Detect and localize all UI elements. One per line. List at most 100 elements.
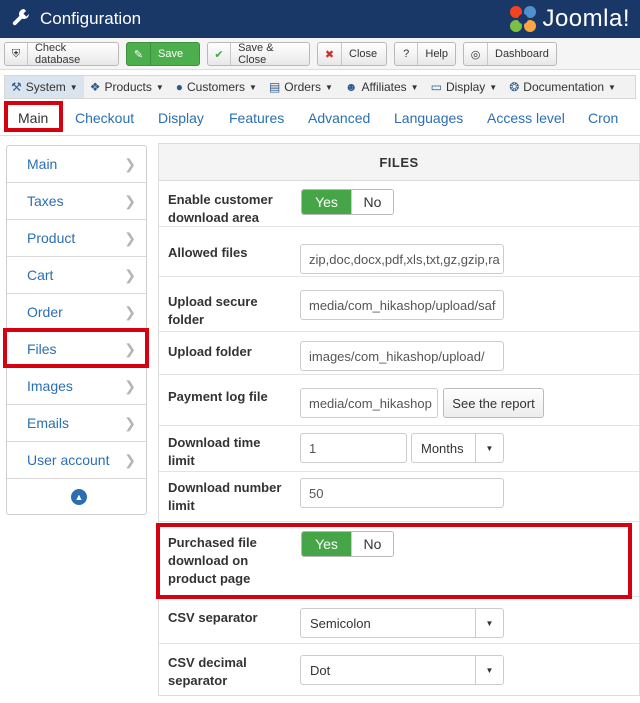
menu-documentation-label: Documentation <box>523 80 604 94</box>
toolbar: ⛨ Check database ✎ Save ✔ Save & Close ✖… <box>0 38 640 70</box>
sidebar-item-emails[interactable]: Emails ❯ <box>7 405 146 442</box>
save-label: Save <box>158 48 184 60</box>
row-enable-download: Enable customer download area Yes No <box>159 181 639 227</box>
caret-down-icon: ▼ <box>410 82 419 92</box>
caret-down-icon: ▼ <box>475 609 503 637</box>
tab-cron[interactable]: Cron <box>588 110 618 126</box>
menu-display-label: Display <box>445 80 486 94</box>
csv-decimal-select[interactable]: Dot ▼ <box>300 655 504 685</box>
close-button[interactable]: ✖ Close <box>317 42 387 66</box>
scroll-up-icon[interactable]: ▲ <box>71 489 87 505</box>
sidebar-item-images[interactable]: Images ❯ <box>7 368 146 405</box>
menu-display[interactable]: ▭ Display ▼ <box>425 76 504 98</box>
sidebar-item-order[interactable]: Order ❯ <box>7 294 146 331</box>
tab-access-level[interactable]: Access level <box>487 110 565 126</box>
menu-orders[interactable]: ▤ Orders ▼ <box>263 76 339 98</box>
caret-down-icon: ▼ <box>489 82 498 92</box>
csv-separator-value: Semicolon <box>310 615 371 631</box>
upload-secure-label: Upload secure folder <box>168 294 258 327</box>
dashboard-icon: ◎ <box>464 43 488 65</box>
enable-download-toggle[interactable]: Yes No <box>301 189 394 215</box>
row-csv-decimal: CSV decimal separator Dot ▼ <box>159 644 639 696</box>
upload-folder-label: Upload folder <box>168 344 252 359</box>
csv-decimal-value: Dot <box>310 662 331 678</box>
save-icon: ✎ <box>127 43 151 65</box>
row-upload-folder: Upload folder images/com_hikashop/upload… <box>159 332 639 375</box>
upload-folder-input[interactable]: images/com_hikashop/upload/ <box>300 341 504 371</box>
sidebar-item-label: Images <box>27 378 73 394</box>
row-allowed-files: Allowed files zip,doc,docx,pdf,xls,txt,g… <box>159 227 639 277</box>
logo-text: Joomla! <box>542 5 630 32</box>
menu-customers[interactable]: ● Customers ▼ <box>170 76 263 98</box>
menu-customers-label: Customers <box>187 80 246 94</box>
row-download-time: Download time limit 1 Months ▼ <box>159 426 639 472</box>
download-time-unit-select[interactable]: Months ▼ <box>411 433 504 463</box>
chevron-right-icon: ❯ <box>124 378 136 394</box>
check-database-label: Check database <box>34 42 81 66</box>
dashboard-button[interactable]: ◎ Dashboard <box>463 42 557 66</box>
caret-down-icon: ▼ <box>475 656 503 684</box>
cubes-icon: ❖ <box>89 80 101 94</box>
help-button[interactable]: ? Help <box>394 42 456 66</box>
menu-system[interactable]: ⚒ System ▼ <box>5 76 84 98</box>
config-tabs: Main Checkout Display Features Advanced … <box>0 102 640 136</box>
enable-download-label: Enable customer download area <box>168 192 273 225</box>
panel-title: FILES <box>159 144 639 181</box>
tab-checkout[interactable]: Checkout <box>75 110 134 126</box>
toggle-no[interactable]: No <box>351 190 393 214</box>
life-ring-icon: ❂ <box>509 80 520 94</box>
check-database-button[interactable]: ⛨ Check database <box>4 42 119 66</box>
save-close-label: Save & Close <box>238 42 274 66</box>
tab-features[interactable]: Features <box>229 110 284 126</box>
help-icon: ? <box>395 43 419 65</box>
download-number-input[interactable]: 50 <box>300 478 504 508</box>
sidebar-item-cart[interactable]: Cart ❯ <box>7 257 146 294</box>
download-number-label: Download number limit <box>168 480 282 513</box>
menu-documentation[interactable]: ❂ Documentation ▼ <box>503 76 622 98</box>
save-close-button[interactable]: ✔ Save & Close <box>207 42 310 66</box>
caret-down-icon: ▼ <box>475 434 503 462</box>
joomla-logo-icon <box>510 6 537 32</box>
tab-advanced[interactable]: Advanced <box>308 110 370 126</box>
row-upload-secure: Upload secure folder media/com_hikashop/… <box>159 277 639 332</box>
caret-down-icon: ▼ <box>249 82 257 92</box>
sidebar-item-main[interactable]: Main ❯ <box>7 146 146 183</box>
sidebar-item-label: Emails <box>27 415 70 431</box>
caret-down-icon: ▼ <box>69 82 78 92</box>
menu-affiliates[interactable]: ☻ Affiliates ▼ <box>339 76 425 98</box>
upload-secure-input[interactable]: media/com_hikashop/upload/saf <box>300 290 504 320</box>
payment-log-input[interactable]: media/com_hikashop <box>300 388 438 418</box>
close-label: Close <box>349 48 378 60</box>
sidebar-item-taxes[interactable]: Taxes ❯ <box>7 183 146 220</box>
tab-display[interactable]: Display <box>158 110 204 126</box>
csv-separator-select[interactable]: Semicolon ▼ <box>300 608 504 638</box>
shield-icon: ⛨ <box>5 43 28 65</box>
menu-products[interactable]: ❖ Products ▼ <box>84 76 170 98</box>
sidebar-item-label: Main <box>27 156 58 172</box>
chevron-right-icon: ❯ <box>124 230 136 246</box>
highlight-main-tab <box>4 101 63 132</box>
see-report-button[interactable]: See the report <box>443 388 544 418</box>
menu-system-label: System <box>25 80 66 94</box>
toggle-yes[interactable]: Yes <box>302 190 351 214</box>
monitor-icon: ▭ <box>430 80 442 94</box>
menu-orders-label: Orders <box>284 80 321 94</box>
joomla-logo: Joomla! <box>508 3 630 35</box>
csv-separator-label: CSV separator <box>168 610 258 625</box>
download-time-input[interactable]: 1 <box>300 433 407 463</box>
save-button[interactable]: ✎ Save <box>126 42 200 66</box>
sidebar-item-user-account[interactable]: User account ❯ <box>7 442 146 479</box>
sidebar-item-label: Product <box>27 230 76 246</box>
wrench-icon <box>12 8 30 31</box>
sidebar-item-product[interactable]: Product ❯ <box>7 220 146 257</box>
chevron-right-icon: ❯ <box>124 452 136 468</box>
tab-languages[interactable]: Languages <box>394 110 463 126</box>
sidebar-item-label: Cart <box>27 267 54 283</box>
caret-down-icon: ▼ <box>324 82 333 92</box>
wrench-icon: ⚒ <box>11 80 22 94</box>
users-icon: ☻ <box>344 80 358 94</box>
menu-products-label: Products <box>104 80 152 94</box>
allowed-files-label: Allowed files <box>168 245 248 260</box>
allowed-files-input[interactable]: zip,doc,docx,pdf,xls,txt,gz,gzip,ra <box>300 244 504 274</box>
payment-log-label: Payment log file <box>168 389 268 404</box>
